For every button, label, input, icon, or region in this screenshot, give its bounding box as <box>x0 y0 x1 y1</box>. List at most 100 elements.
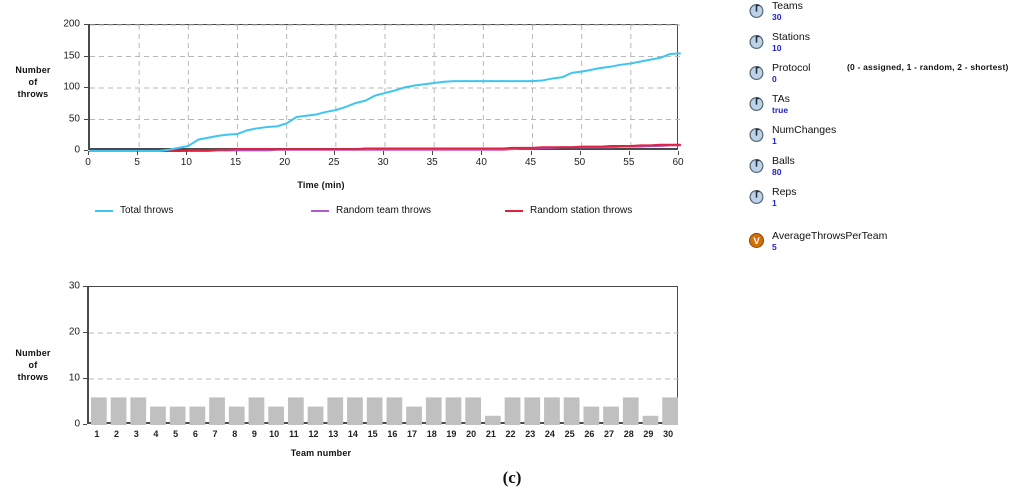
line-chart-x-tick-mark <box>137 151 139 155</box>
parameter-text: Balls 80 <box>772 155 1024 178</box>
parameter-row-teams[interactable]: Teams 30 <box>748 0 1024 31</box>
bar-chart-y-tick-mark <box>83 286 87 287</box>
legend-color-swatch <box>95 209 113 212</box>
figure-caption: (c) <box>502 468 522 487</box>
bar <box>662 397 679 425</box>
bar-chart-x-tick: 27 <box>604 429 615 439</box>
bar-chart-x-tick: 10 <box>269 429 280 439</box>
bar-chart-x-tick: 28 <box>623 429 634 439</box>
line-chart-x-tick: 35 <box>426 157 438 168</box>
line-chart-x-tick-mark <box>678 151 679 155</box>
bar-chart-x-tick: 17 <box>407 429 418 439</box>
bar <box>642 415 659 425</box>
svg-text:V: V <box>753 236 760 247</box>
knob-icon <box>748 157 765 174</box>
line-chart-y-tick: 50 <box>68 113 80 124</box>
bar-chart-x-tick: 19 <box>446 429 457 439</box>
bar <box>603 406 619 425</box>
line-chart-x-tick-mark <box>383 151 384 155</box>
bar <box>347 397 363 425</box>
parameter-row-stations[interactable]: Stations 10 <box>748 31 1024 62</box>
line-chart-x-tick: 20 <box>279 157 291 168</box>
bar <box>189 406 206 425</box>
knob-icon <box>748 2 765 19</box>
bar-chart-y-tick: 20 <box>68 326 80 338</box>
knob-icon <box>748 33 765 50</box>
parameter-label: NumChanges <box>772 124 837 136</box>
parameter-text: AverageThrowsPerTeam 5 <box>772 230 1024 253</box>
line-chart-y-tick: 150 <box>63 50 80 61</box>
parameter-text: Reps 1 <box>772 186 1024 209</box>
legend-label: Total throws <box>120 205 174 216</box>
bar <box>287 397 304 425</box>
line-chart-x-tick: 55 <box>623 157 635 168</box>
bar-chart-x-tick: 21 <box>485 429 496 439</box>
parameter-value[interactable]: 0 <box>772 74 1024 85</box>
line-chart-y-tick-mark <box>84 118 88 120</box>
line-chart-y-tick-mark <box>84 87 88 88</box>
bar-y-axis-title-line-2: of <box>28 360 38 370</box>
bar-chart-x-tick: 3 <box>133 429 139 439</box>
bar <box>386 397 403 425</box>
line-chart-x-tick-mark <box>481 151 483 155</box>
knob-icon <box>749 127 764 143</box>
parameter-value[interactable]: 30 <box>772 12 1024 23</box>
bar <box>544 397 560 425</box>
parameter-value[interactable]: 5 <box>772 242 1024 253</box>
line-chart-x-tick: 60 <box>672 157 684 168</box>
parameter-value[interactable]: 1 <box>772 198 1024 209</box>
line-chart-x-tick-mark <box>235 151 237 155</box>
parameter-value[interactable]: 80 <box>772 167 1024 178</box>
bar <box>248 397 265 425</box>
parameter-label: Stations <box>772 31 810 43</box>
line-chart-x-tick: 25 <box>328 157 340 168</box>
knob-icon <box>749 65 764 81</box>
knob-icon <box>748 95 765 112</box>
line-chart-x-tick: 45 <box>524 157 537 168</box>
bar <box>268 406 285 425</box>
bar <box>327 397 344 425</box>
line-chart-x-tick: 50 <box>574 157 586 168</box>
parameter-row-protocol[interactable]: Protocol 0 (0 - assigned, 1 - random, 2 - … <box>748 62 1024 93</box>
bar <box>622 397 639 425</box>
bar-chart-x-tick: 29 <box>643 429 654 439</box>
knob-icon <box>749 158 764 174</box>
parameter-label: Balls <box>772 155 795 167</box>
bar-chart-x-tick: 2 <box>114 429 120 439</box>
line-chart: Number of throws 0 50 100 150 200 0 5 10 15 20 25… <box>0 0 710 230</box>
parameter-label: TAs <box>772 93 790 105</box>
parameter-text: NumChanges 1 <box>772 124 1024 147</box>
parameter-row-reps[interactable]: Reps 1 <box>748 186 1024 217</box>
bar-chart-x-tick: 7 <box>212 429 218 439</box>
knob-icon <box>748 126 765 143</box>
parameter-value[interactable]: true <box>772 105 1024 116</box>
line-chart-x-tick: 5 <box>134 157 140 168</box>
knob-icon <box>749 189 764 205</box>
bar-chart-x-tick: 23 <box>525 429 536 439</box>
bar <box>366 397 383 425</box>
bar <box>465 397 482 425</box>
line-chart-x-tick: 0 <box>85 157 91 168</box>
parameter-value[interactable]: 1 <box>772 136 1024 147</box>
bar-chart-canvas <box>89 332 680 425</box>
bar-chart: Number of throws 0 10 20 30 1 2 3 4 5 6 7 8 9 10 11 12… <box>0 278 710 463</box>
line-chart-x-tick-mark <box>432 151 434 155</box>
bar <box>563 397 580 425</box>
parameter-text: Teams 30 <box>772 0 1024 23</box>
legend-item: Random station throws <box>505 205 665 216</box>
bar <box>445 397 462 425</box>
line-chart-y-tick: 100 <box>63 81 80 93</box>
parameter-row-numchanges[interactable]: NumChanges 1 <box>748 124 1024 155</box>
bar-chart-x-tick: 1 <box>94 429 100 439</box>
bar-chart-x-tick: 18 <box>426 429 437 439</box>
line-chart-canvas <box>89 24 681 152</box>
parameter-value[interactable]: 10 <box>772 43 1024 54</box>
parameter-row-tas[interactable]: TAs true <box>748 93 1024 124</box>
parameter-row-averagethrowsperteam[interactable]: V AverageThrowsPerTeam 5 <box>748 230 1024 261</box>
parameter-row-balls[interactable]: Balls 80 <box>748 155 1024 186</box>
line-chart-x-tick: 30 <box>377 157 389 168</box>
bar-chart-x-axis-title: Team number <box>290 448 352 458</box>
line-chart-plot-area <box>88 24 681 152</box>
bar <box>169 406 186 425</box>
bar-chart-x-tick: 16 <box>387 429 398 439</box>
